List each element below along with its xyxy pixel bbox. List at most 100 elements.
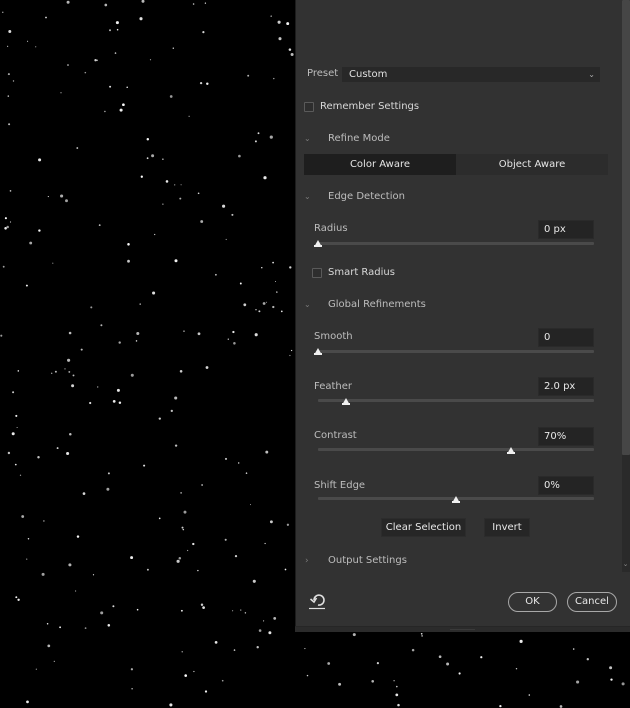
star-dot	[115, 21, 119, 25]
global-refinements-chevron-down-icon[interactable]: ⌄	[304, 300, 311, 309]
star-dot	[136, 331, 140, 336]
contrast-slider-track[interactable]	[318, 448, 594, 451]
star-dot	[170, 409, 173, 413]
preset-select[interactable]: Custom ⌄	[342, 67, 600, 82]
remember-settings-checkbox[interactable]	[304, 102, 314, 112]
star-dot	[68, 370, 71, 373]
output-settings-chevron-right-icon[interactable]: ›	[305, 556, 309, 566]
star-dot	[197, 569, 199, 572]
star-dot	[254, 333, 258, 337]
star-dot	[278, 37, 282, 41]
star-dot	[109, 29, 111, 32]
star-dot	[180, 609, 183, 612]
remember-settings-label[interactable]: Remember Settings	[320, 101, 419, 112]
cancel-button[interactable]: Cancel	[567, 592, 617, 612]
star-dot	[21, 515, 25, 518]
star-dot	[255, 309, 257, 311]
radius-label: Radius	[314, 223, 348, 234]
color-aware-option[interactable]: Color Aware	[304, 154, 456, 175]
smart-radius-label[interactable]: Smart Radius	[328, 267, 395, 278]
star-dot	[162, 158, 164, 160]
star-dot	[240, 609, 242, 611]
smooth-slider-thumb[interactable]	[314, 348, 322, 355]
star-dot	[47, 196, 49, 198]
star-dot	[112, 400, 116, 403]
smart-radius-checkbox[interactable]	[312, 268, 322, 278]
star-dot	[179, 370, 183, 373]
panel-resize-edge[interactable]	[295, 626, 630, 632]
radius-slider-track[interactable]	[318, 242, 594, 245]
invert-button[interactable]: Invert	[484, 518, 530, 537]
star-dot	[65, 199, 68, 203]
smooth-slider-track[interactable]	[318, 350, 594, 353]
shift-edge-label: Shift Edge	[314, 480, 366, 491]
star-dot	[395, 693, 399, 697]
star-dot	[38, 229, 41, 232]
edge-detection-title[interactable]: Edge Detection	[328, 191, 405, 202]
star-dot	[269, 135, 273, 139]
scroll-down-arrow-icon[interactable]: ⌄	[621, 560, 630, 568]
star-dot	[214, 641, 218, 644]
star-dot	[12, 80, 15, 82]
star-dot	[89, 401, 92, 405]
star-dot	[67, 64, 69, 66]
star-dot	[146, 568, 149, 571]
radius-input[interactable]: 0 px	[538, 220, 594, 239]
star-dot	[66, 0, 70, 4]
star-dot	[272, 261, 274, 264]
select-and-mask-properties-panel: Preset Custom ⌄ Remember Settings ⌄ Refi…	[295, 0, 630, 632]
object-aware-option[interactable]: Object Aware	[456, 154, 608, 175]
shift-edge-input[interactable]: 0%	[538, 476, 594, 495]
star-dot	[192, 3, 195, 5]
refine-mode-chevron-down-icon[interactable]: ⌄	[304, 134, 311, 143]
resize-grip[interactable]	[450, 629, 475, 630]
star-dot	[165, 180, 169, 183]
star-dot	[141, 0, 145, 3]
star-dot	[270, 15, 272, 17]
star-dot	[289, 266, 292, 269]
star-dot	[46, 622, 49, 625]
star-dot	[225, 238, 227, 241]
star-dot	[258, 629, 262, 632]
feather-slider-track[interactable]	[318, 399, 594, 402]
star-dot	[43, 520, 45, 522]
star-dot	[130, 668, 134, 671]
shift-edge-slider-thumb[interactable]	[452, 496, 460, 503]
star-dot	[272, 305, 275, 309]
star-dot	[204, 2, 207, 4]
star-dot	[304, 648, 306, 650]
clear-selection-button[interactable]: Clear Selection	[381, 518, 466, 537]
star-dot	[27, 538, 30, 540]
ok-button[interactable]: OK	[508, 592, 557, 612]
star-dot	[114, 52, 117, 54]
output-settings-title[interactable]: Output Settings	[328, 555, 407, 566]
smooth-input[interactable]: 0	[538, 328, 594, 347]
feather-input[interactable]: 2.0 px	[538, 377, 594, 396]
contrast-slider-thumb[interactable]	[507, 447, 516, 454]
star-dot	[4, 217, 7, 220]
star-dot	[586, 658, 589, 661]
star-dot	[264, 542, 266, 545]
star-dot	[97, 386, 99, 388]
star-dot	[193, 670, 195, 673]
star-dot	[183, 510, 187, 514]
star-dot	[232, 610, 234, 612]
reset-icon[interactable]	[308, 592, 328, 610]
star-dot	[29, 241, 33, 245]
global-refinements-title[interactable]: Global Refinements	[328, 299, 426, 310]
star-dot	[27, 40, 29, 42]
star-dot	[54, 370, 57, 373]
panel-scrollbar-thumb[interactable]	[622, 0, 630, 455]
refine-mode-title[interactable]: Refine Mode	[328, 133, 390, 144]
star-dot	[197, 192, 200, 195]
star-dot	[139, 303, 141, 305]
star-dot	[179, 197, 182, 200]
edge-detection-chevron-down-icon[interactable]: ⌄	[304, 192, 311, 201]
star-dot	[146, 138, 150, 141]
contrast-input[interactable]: 70%	[538, 427, 594, 446]
star-dot	[2, 265, 5, 268]
feather-slider-thumb[interactable]	[341, 398, 350, 405]
star-dot	[275, 281, 276, 282]
radius-slider-thumb[interactable]	[314, 240, 322, 247]
star-dot	[14, 463, 17, 466]
